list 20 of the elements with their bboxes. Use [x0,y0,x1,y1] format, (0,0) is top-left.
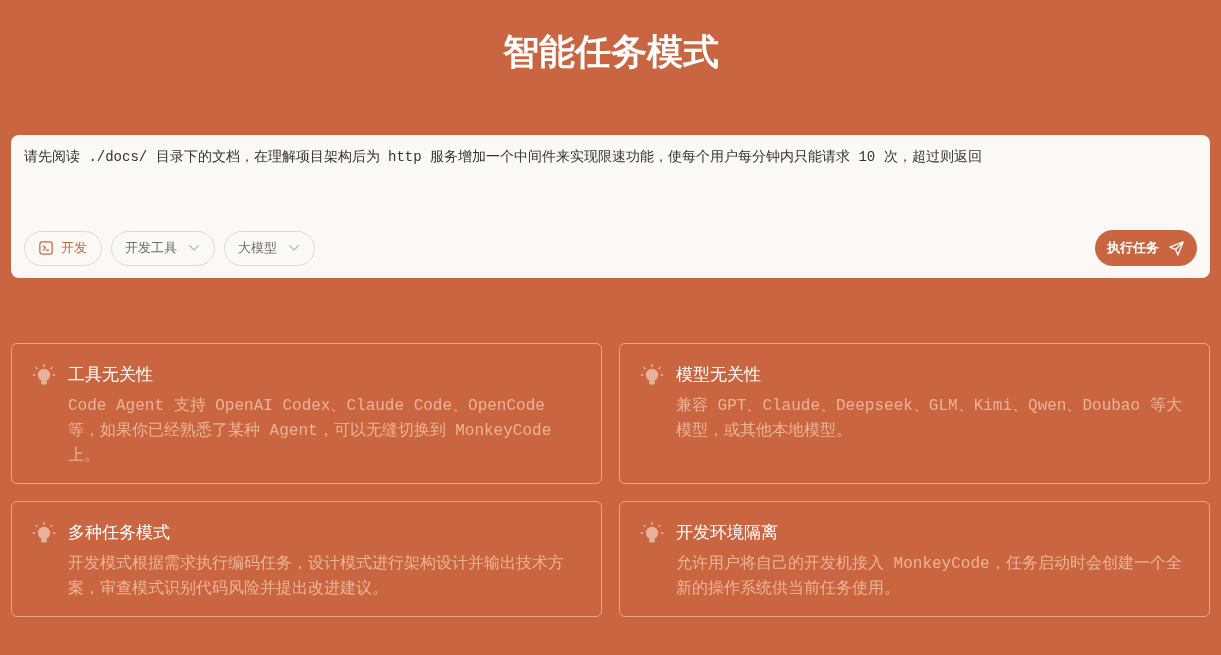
lightbulb-icon [640,363,664,387]
feature-title: 开发环境隔离 [676,521,779,544]
feature-title: 多种任务模式 [68,521,171,544]
run-task-button[interactable]: 执行任务 [1095,230,1197,266]
lightbulb-icon [32,363,56,387]
feature-description: Code Agent 支持 OpenAI Codex、Claude Code、OpenCode 等，如果你已经熟悉了某种 Agent，可以无缝切换到 MonkeyCode 上。 [68,396,553,467]
task-input-field[interactable]: 请先阅读 ./docs/ 目录下的文档，在理解项目架构后为 http 服务增加一个中间件来实现限速功能，使每个用户每分钟内只能请求 10 次，超过则返回 [24,147,1198,230]
feature-title: 工具无关性 [68,363,154,386]
lightbulb-icon [32,521,56,545]
feature-description: 兼容 GPT、Claude、Deepseek、GLM、Kimi、Qwen、Doubao 等大模型，或其他本地模型。 [676,395,1183,442]
terminal-icon [39,241,53,255]
feature-description: 允许用户将自己的开发机接入 MonkeyCode，任务启动时会创建一个全新的操作系统供当前任务使用。 [676,553,1183,600]
page-title: 智能任务模式 [501,30,720,74]
send-icon [1169,240,1184,256]
feature-description: 开发模式根据需求执行编码任务，设计模式进行架构设计并输出技术方案，审查模式识别代码风险并提出改进建议。 [68,553,565,600]
chevron-down-icon [289,245,299,251]
feature-title: 模型无关性 [676,363,762,386]
lightbulb-icon [640,521,664,545]
task-input-card[interactable]: 请先阅读 ./docs/ 目录下的文档，在理解项目架构后为 http 服务增加一个中间件来实现限速功能，使每个用户每分钟内只能请求 10 次，超过则返回 开发 开发工具 大模型 执行任务 [11,135,1210,278]
chevron-down-icon [189,245,199,251]
